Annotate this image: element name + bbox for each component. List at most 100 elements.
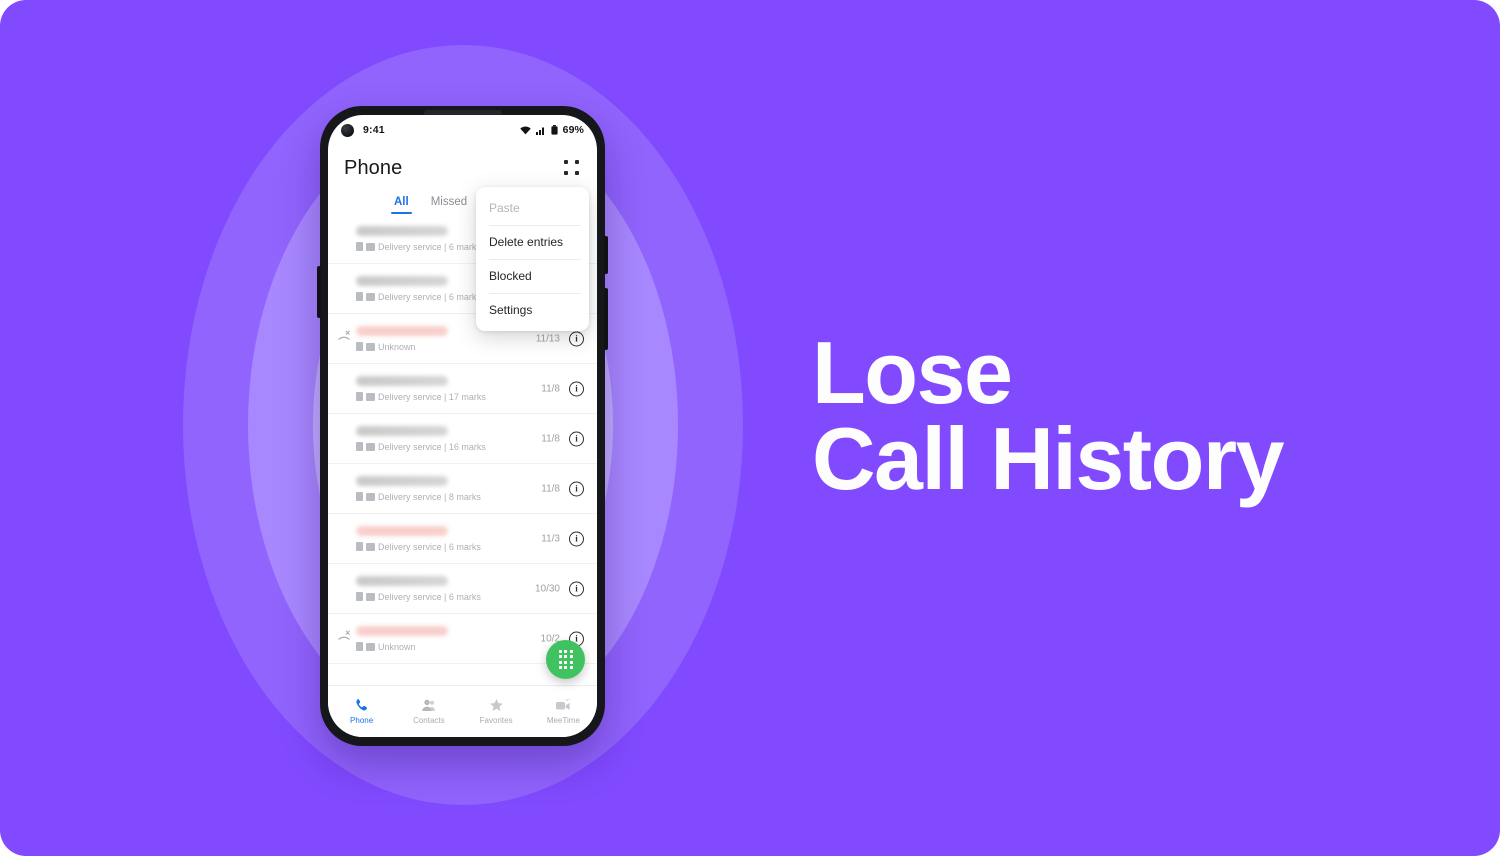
status-icons: 69%	[519, 124, 584, 136]
call-info-icon[interactable]: i	[569, 381, 584, 396]
card-badge-icon	[366, 442, 375, 451]
call-info-icon[interactable]: i	[569, 581, 584, 596]
grid-dots-icon[interactable]	[564, 159, 581, 177]
card-badge-icon	[366, 542, 375, 551]
call-info-icon[interactable]: i	[569, 481, 584, 496]
call-info-icon[interactable]: i	[569, 331, 584, 346]
menu-item-delete-entries[interactable]: Delete entries	[476, 225, 589, 259]
phone-mockup: 9:41 69% Phone All Missed Delivery servi…	[317, 106, 608, 746]
call-subtitle-text: Delivery service | 6 marks	[378, 241, 481, 252]
video-call-icon	[555, 698, 571, 713]
table-row[interactable]: Delivery service | 8 marks 11/8 i	[328, 464, 597, 514]
tab-missed[interactable]: Missed	[431, 196, 467, 214]
call-date: 11/8	[541, 483, 560, 494]
table-row[interactable]: Delivery service | 17 marks 11/8 i	[328, 364, 597, 414]
nav-label: Contacts	[413, 716, 445, 725]
call-subtitle-text: Delivery service | 16 marks	[378, 441, 486, 452]
sim-badge-icon	[356, 242, 363, 251]
power-button[interactable]	[604, 288, 608, 350]
call-date: 11/3	[541, 533, 560, 544]
nav-label: Phone	[350, 716, 374, 725]
call-meta: 11/8 i	[541, 381, 584, 396]
card-badge-icon	[366, 492, 375, 501]
table-row[interactable]: Delivery service | 16 marks 11/8 i	[328, 414, 597, 464]
sim-badge-icon	[356, 542, 363, 551]
call-subtitle-text: Unknown	[378, 641, 416, 652]
phone-icon	[354, 698, 369, 713]
status-time: 9:41	[363, 124, 385, 136]
card-badge-icon	[366, 592, 375, 601]
battery-icon	[551, 125, 558, 135]
contacts-icon	[421, 698, 436, 713]
call-date: 11/13	[535, 333, 560, 344]
call-subtitle-text: Delivery service | 6 marks	[378, 541, 481, 552]
page-title: Phone	[344, 156, 403, 179]
volume-button[interactable]	[604, 236, 608, 274]
dialpad-icon	[558, 649, 573, 670]
sim-badge-icon	[356, 292, 363, 301]
cellular-signal-icon	[535, 126, 546, 135]
table-row[interactable]: Delivery service | 6 marks 11/3 i	[328, 514, 597, 564]
call-meta: 11/8 i	[541, 431, 584, 446]
card-badge-icon	[366, 342, 375, 351]
call-subtitle-text: Unknown	[378, 341, 416, 352]
call-meta: 11/3 i	[541, 531, 584, 546]
sim-badge-icon	[356, 592, 363, 601]
contact-name-redacted	[356, 575, 448, 586]
missed-call-icon	[338, 330, 351, 343]
call-date: 11/8	[541, 433, 560, 444]
nav-item-favorites[interactable]: Favorites	[463, 686, 530, 737]
call-date: 11/8	[541, 383, 560, 394]
call-date: 10/30	[534, 583, 560, 594]
phone-screen: 9:41 69% Phone All Missed Delivery servi…	[328, 115, 597, 737]
call-subtitle-text: Delivery service | 6 marks	[378, 591, 481, 602]
menu-item-blocked[interactable]: Blocked	[476, 259, 589, 293]
nav-item-phone[interactable]: Phone	[328, 686, 395, 737]
dialpad-fab-button[interactable]	[546, 640, 585, 679]
contact-name-redacted	[356, 225, 448, 236]
sim-badge-icon	[356, 342, 363, 351]
nav-item-meetime[interactable]: MeeTime	[530, 686, 597, 737]
call-meta: 11/8 i	[541, 481, 584, 496]
status-bar: 9:41 69%	[328, 115, 597, 145]
headline: Lose Call History	[812, 329, 1285, 509]
overflow-menu: Paste Delete entries Blocked Settings	[476, 187, 589, 331]
contact-name-redacted	[356, 525, 448, 536]
nav-item-contacts[interactable]: Contacts	[395, 686, 462, 737]
nav-label: MeeTime	[546, 716, 580, 725]
card-badge-icon	[366, 292, 375, 301]
call-subtitle-text: Delivery service | 6 marks	[378, 291, 481, 302]
card-badge-icon	[366, 242, 375, 251]
call-subtitle-text: Delivery service | 17 marks	[378, 391, 486, 402]
sim-badge-icon	[356, 392, 363, 401]
tab-all[interactable]: All	[391, 196, 412, 214]
contact-name-redacted	[356, 375, 448, 386]
sim-badge-icon	[356, 492, 363, 501]
contact-name-redacted	[356, 425, 448, 436]
contact-name-redacted	[356, 275, 448, 286]
app-bar: Phone	[328, 145, 597, 191]
sim-badge-icon	[356, 442, 363, 451]
menu-item-paste[interactable]: Paste	[476, 191, 589, 225]
wifi-icon	[519, 126, 531, 135]
card-badge-icon	[366, 392, 375, 401]
battery-percent: 69%	[562, 124, 584, 136]
card-badge-icon	[366, 642, 375, 651]
table-row[interactable]: Delivery service | 6 marks 10/30 i	[328, 564, 597, 614]
menu-item-settings[interactable]: Settings	[476, 293, 589, 327]
star-icon	[489, 698, 504, 713]
nav-label: Favorites	[479, 716, 513, 725]
call-info-icon[interactable]: i	[569, 431, 584, 446]
headline-line-2: Call History	[812, 409, 1285, 509]
sim-badge-icon	[356, 642, 363, 651]
call-subtitle-text: Delivery service | 8 marks	[378, 491, 481, 502]
contact-name-redacted	[356, 325, 448, 336]
contact-name-redacted	[356, 475, 448, 486]
bottom-navigation: Phone Contacts Favorites MeeTime	[328, 685, 597, 737]
side-button-left[interactable]	[317, 266, 321, 318]
promo-banner: 9:41 69% Phone All Missed Delivery servi…	[0, 0, 1500, 856]
headline-line-1: Lose	[812, 323, 1013, 422]
front-camera-icon	[341, 123, 354, 137]
call-info-icon[interactable]: i	[569, 531, 584, 546]
missed-call-icon	[338, 630, 351, 643]
